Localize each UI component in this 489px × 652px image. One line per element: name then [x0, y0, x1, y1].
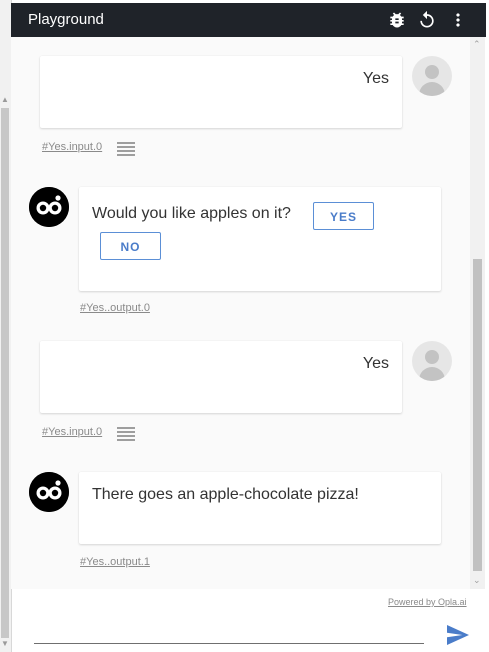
user-message-text: Yes — [362, 355, 389, 372]
more-vertical-icon[interactable] — [448, 10, 468, 30]
bot-avatar — [29, 472, 69, 512]
choice-yes-button[interactable]: YES — [313, 202, 374, 230]
intent-ref-link[interactable]: #Yes.input.0 — [42, 426, 102, 438]
chevron-down-icon[interactable]: ⌄ — [473, 575, 481, 586]
intent-ref-link[interactable]: #Yes..output.0 — [80, 302, 150, 314]
powered-by-link[interactable]: Powered by Opla.ai — [388, 597, 467, 607]
user-avatar — [412, 56, 452, 96]
conversation-panel: Yes #Yes.input.0 Would you like apples o… — [11, 37, 470, 589]
scroll-up-arrow-icon[interactable]: ▲ — [1, 96, 9, 104]
send-icon[interactable] — [446, 624, 470, 646]
opla-logo-icon — [29, 472, 69, 512]
playground-window: ▲ ▼ Playground Yes #Yes.input.0 Would yo… — [0, 0, 489, 652]
page-scroll-thumb[interactable] — [1, 108, 9, 638]
header-bar: Playground — [11, 3, 486, 37]
user-avatar — [412, 341, 452, 381]
user-message-card: Yes — [40, 341, 402, 413]
choice-no-button[interactable]: NO — [100, 232, 161, 260]
app-title: Playground — [28, 11, 104, 28]
intent-ref-link[interactable]: #Yes.input.0 — [42, 141, 102, 153]
menu-lines-icon[interactable] — [117, 142, 135, 156]
scroll-down-arrow-icon[interactable]: ▼ — [1, 640, 9, 648]
intent-ref-link[interactable]: #Yes..output.1 — [80, 556, 150, 568]
refresh-icon[interactable] — [417, 10, 437, 30]
bug-icon[interactable] — [387, 10, 407, 30]
chevron-up-icon[interactable]: ⌃ — [473, 39, 481, 50]
bot-message-card: Would you like apples on it? YES NO — [79, 187, 441, 291]
message-input-underline — [34, 643, 424, 644]
bot-message-text: There goes an apple-chocolate pizza! — [92, 486, 359, 503]
user-message-card: Yes — [40, 56, 402, 128]
conversation-scrollbar[interactable]: ⌃ ⌄ — [470, 37, 485, 589]
conversation-scroll-thumb[interactable] — [473, 259, 482, 571]
bot-message-card: There goes an apple-chocolate pizza! — [79, 472, 441, 544]
opla-logo-icon — [29, 187, 69, 227]
menu-lines-icon[interactable] — [117, 427, 135, 441]
message-input[interactable] — [34, 618, 424, 642]
bot-message-text: Would you like apples on it? — [92, 205, 291, 222]
bot-avatar — [29, 187, 69, 227]
user-message-text: Yes — [362, 70, 389, 87]
